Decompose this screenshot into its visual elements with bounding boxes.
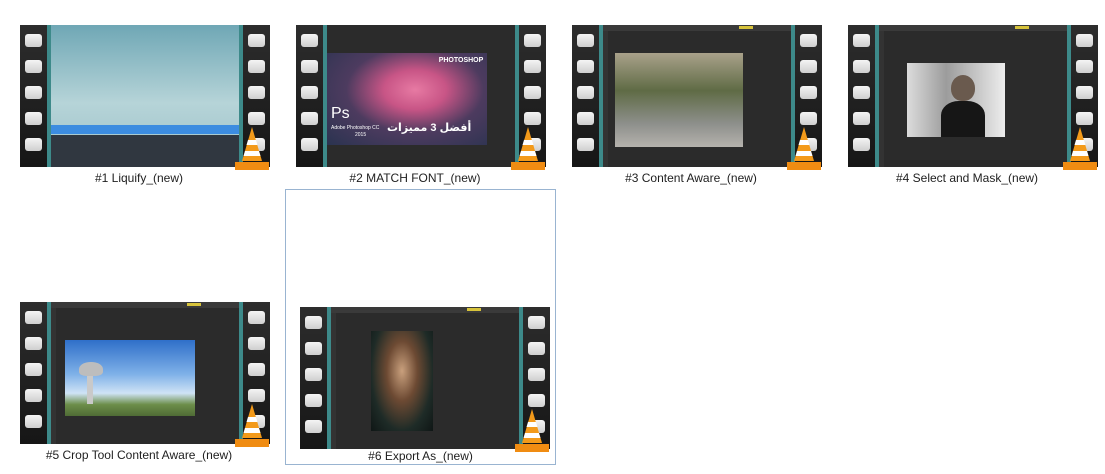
thumbnail-image — [65, 340, 195, 416]
video-thumbnail[interactable] — [20, 25, 270, 170]
film-sprocket-hole — [577, 60, 594, 73]
film-sprocket-hole — [577, 34, 594, 47]
file-name: #6 Export As_(new) — [368, 449, 473, 463]
ps-logo-text: Ps — [331, 105, 350, 122]
film-sprocket-hole — [577, 138, 594, 151]
film-sprocket-hole — [25, 34, 42, 47]
app-name-text: Adobe Photoshop CC — [331, 125, 380, 131]
file-item[interactable]: #1 Liquify_(new) — [4, 20, 274, 192]
film-sprocket-hole — [301, 112, 318, 125]
file-name: #3 Content Aware_(new) — [625, 171, 757, 185]
film-sprocket-hole — [305, 368, 322, 381]
film-sprocket-hole — [248, 363, 265, 376]
film-sprocket-hole — [305, 342, 322, 355]
file-item[interactable]: #3 Content Aware_(new) — [556, 20, 826, 192]
file-item-selected[interactable]: #6 Export As_(new) — [285, 189, 556, 465]
film-sprocket-hole — [248, 34, 265, 47]
film-sprocket-hole — [800, 86, 817, 99]
app-year-text: 2015 — [355, 132, 367, 138]
file-item[interactable]: #5 Crop Tool Content Aware_(new) — [4, 297, 274, 469]
video-thumbnail[interactable] — [20, 302, 270, 447]
film-sprocket-hole — [524, 34, 541, 47]
film-sprocket-hole — [25, 389, 42, 402]
thumbnail-image — [615, 53, 743, 147]
photoshop-badge: PHOTOSHOP — [438, 57, 484, 64]
film-sprocket-hole — [528, 394, 545, 407]
file-name: #4 Select and Mask_(new) — [895, 171, 1039, 185]
film-sprocket-hole — [248, 311, 265, 324]
film-sprocket-hole — [853, 112, 870, 125]
film-sprocket-hole — [248, 337, 265, 350]
film-sprocket-hole — [1076, 86, 1093, 99]
film-sprocket-hole — [524, 60, 541, 73]
vlc-cone-icon — [515, 409, 549, 452]
film-sprocket-hole — [305, 420, 322, 433]
video-thumbnail[interactable]: PHOTOSHOP Ps Adobe Photoshop CC 2015 أفض… — [296, 25, 546, 170]
film-sprocket-hole — [528, 342, 545, 355]
file-name: #5 Crop Tool Content Aware_(new) — [45, 448, 233, 462]
film-sprocket-hole — [305, 394, 322, 407]
film-sprocket-hole — [853, 34, 870, 47]
film-sprocket-hole — [25, 311, 42, 324]
video-thumbnail[interactable] — [848, 25, 1098, 170]
film-sprocket-hole — [301, 86, 318, 99]
film-sprocket-hole — [800, 112, 817, 125]
film-sprocket-hole — [524, 112, 541, 125]
film-sprocket-hole — [577, 112, 594, 125]
vlc-cone-icon — [787, 127, 821, 170]
film-sprocket-hole — [248, 389, 265, 402]
film-sprocket-hole — [524, 86, 541, 99]
film-sprocket-hole — [25, 363, 42, 376]
file-item[interactable]: PHOTOSHOP Ps Adobe Photoshop CC 2015 أفض… — [280, 20, 550, 192]
film-sprocket-hole — [853, 86, 870, 99]
film-sprocket-hole — [248, 112, 265, 125]
film-sprocket-hole — [800, 34, 817, 47]
file-name: #2 MATCH FONT_(new) — [349, 171, 481, 185]
film-sprocket-hole — [1076, 112, 1093, 125]
vlc-cone-icon — [235, 127, 269, 170]
film-sprocket-hole — [853, 60, 870, 73]
file-name: #1 Liquify_(new) — [94, 171, 184, 185]
thumbnail-image — [371, 331, 433, 431]
film-sprocket-hole — [25, 337, 42, 350]
film-sprocket-hole — [301, 34, 318, 47]
video-thumbnail[interactable] — [572, 25, 822, 170]
film-sprocket-hole — [25, 415, 42, 428]
arabic-title-text: أفضل 3 مميزات — [387, 122, 472, 134]
film-sprocket-hole — [800, 60, 817, 73]
vlc-cone-icon — [511, 127, 545, 170]
film-sprocket-hole — [25, 112, 42, 125]
film-sprocket-hole — [1076, 60, 1093, 73]
film-sprocket-hole — [301, 138, 318, 151]
film-sprocket-hole — [301, 60, 318, 73]
film-sprocket-hole — [305, 316, 322, 329]
film-sprocket-hole — [25, 60, 42, 73]
film-sprocket-hole — [1076, 34, 1093, 47]
film-sprocket-hole — [248, 86, 265, 99]
film-sprocket-hole — [248, 60, 265, 73]
film-sprocket-hole — [25, 86, 42, 99]
film-sprocket-hole — [528, 316, 545, 329]
file-item[interactable]: #4 Select and Mask_(new) — [832, 20, 1102, 192]
vlc-cone-icon — [235, 404, 269, 447]
film-sprocket-hole — [577, 86, 594, 99]
film-sprocket-hole — [25, 138, 42, 151]
vlc-cone-icon — [1063, 127, 1097, 170]
film-sprocket-hole — [853, 138, 870, 151]
film-sprocket-hole — [528, 368, 545, 381]
video-thumbnail[interactable] — [300, 307, 550, 452]
